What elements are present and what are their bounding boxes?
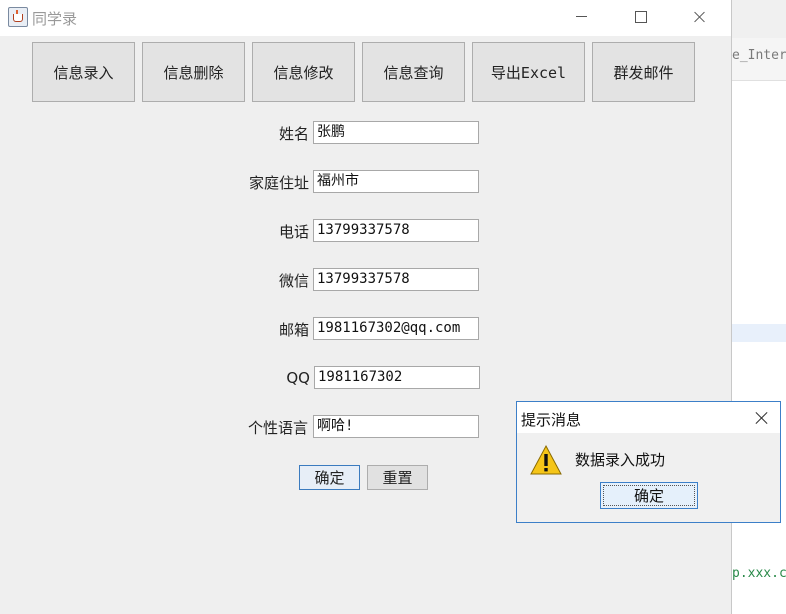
warning-icon bbox=[530, 444, 562, 475]
close-button[interactable] bbox=[670, 0, 728, 34]
java-cup-icon bbox=[8, 7, 28, 27]
reset-button[interactable]: 重置 bbox=[367, 465, 428, 490]
dialog-title-bar[interactable]: 提示消息 bbox=[517, 402, 780, 433]
export-excel-button[interactable]: 导出Excel bbox=[472, 42, 585, 102]
address-field[interactable]: 福州市 bbox=[313, 170, 479, 193]
confirm-button[interactable]: 确定 bbox=[299, 465, 360, 490]
motto-label: 个性语言 bbox=[247, 419, 308, 437]
dialog-ok-button[interactable]: 确定 bbox=[600, 482, 698, 509]
motto-field[interactable]: 啊哈! bbox=[313, 415, 479, 438]
name-label: 姓名 bbox=[278, 125, 309, 143]
dialog-title: 提示消息 bbox=[521, 411, 582, 429]
phone-field[interactable]: 13799337578 bbox=[313, 219, 479, 242]
ide-code-text: e_Interf bbox=[732, 48, 786, 63]
email-label: 邮箱 bbox=[278, 321, 309, 339]
edit-info-button[interactable]: 信息修改 bbox=[252, 42, 355, 102]
dialog-close-button[interactable] bbox=[746, 404, 776, 432]
ide-code-text: p.xxx.c bbox=[732, 566, 786, 581]
ide-highlighted-line bbox=[732, 324, 786, 342]
delete-info-button[interactable]: 信息删除 bbox=[142, 42, 245, 102]
minimize-button[interactable] bbox=[553, 0, 611, 34]
email-field[interactable]: 1981167302@qq.com bbox=[313, 317, 479, 340]
maximize-button[interactable] bbox=[612, 0, 670, 34]
phone-label: 电话 bbox=[278, 223, 309, 241]
message-dialog: 提示消息 数据录入成功 确定 bbox=[516, 401, 781, 523]
add-info-button[interactable]: 信息录入 bbox=[32, 42, 135, 102]
qq-field[interactable]: 1981167302 bbox=[314, 366, 480, 389]
window-title: 同学录 bbox=[32, 10, 78, 28]
dialog-message: 数据录入成功 bbox=[575, 451, 666, 469]
name-field[interactable]: 张鹏 bbox=[313, 121, 479, 144]
query-info-button[interactable]: 信息查询 bbox=[362, 42, 465, 102]
qq-label: QQ bbox=[286, 369, 310, 387]
wechat-field[interactable]: 13799337578 bbox=[313, 268, 479, 291]
ide-toolbar bbox=[732, 0, 786, 38]
wechat-label: 微信 bbox=[278, 272, 309, 290]
title-bar[interactable]: 同学录 bbox=[0, 0, 731, 36]
address-label: 家庭住址 bbox=[248, 174, 309, 192]
mass-email-button[interactable]: 群发邮件 bbox=[592, 42, 695, 102]
